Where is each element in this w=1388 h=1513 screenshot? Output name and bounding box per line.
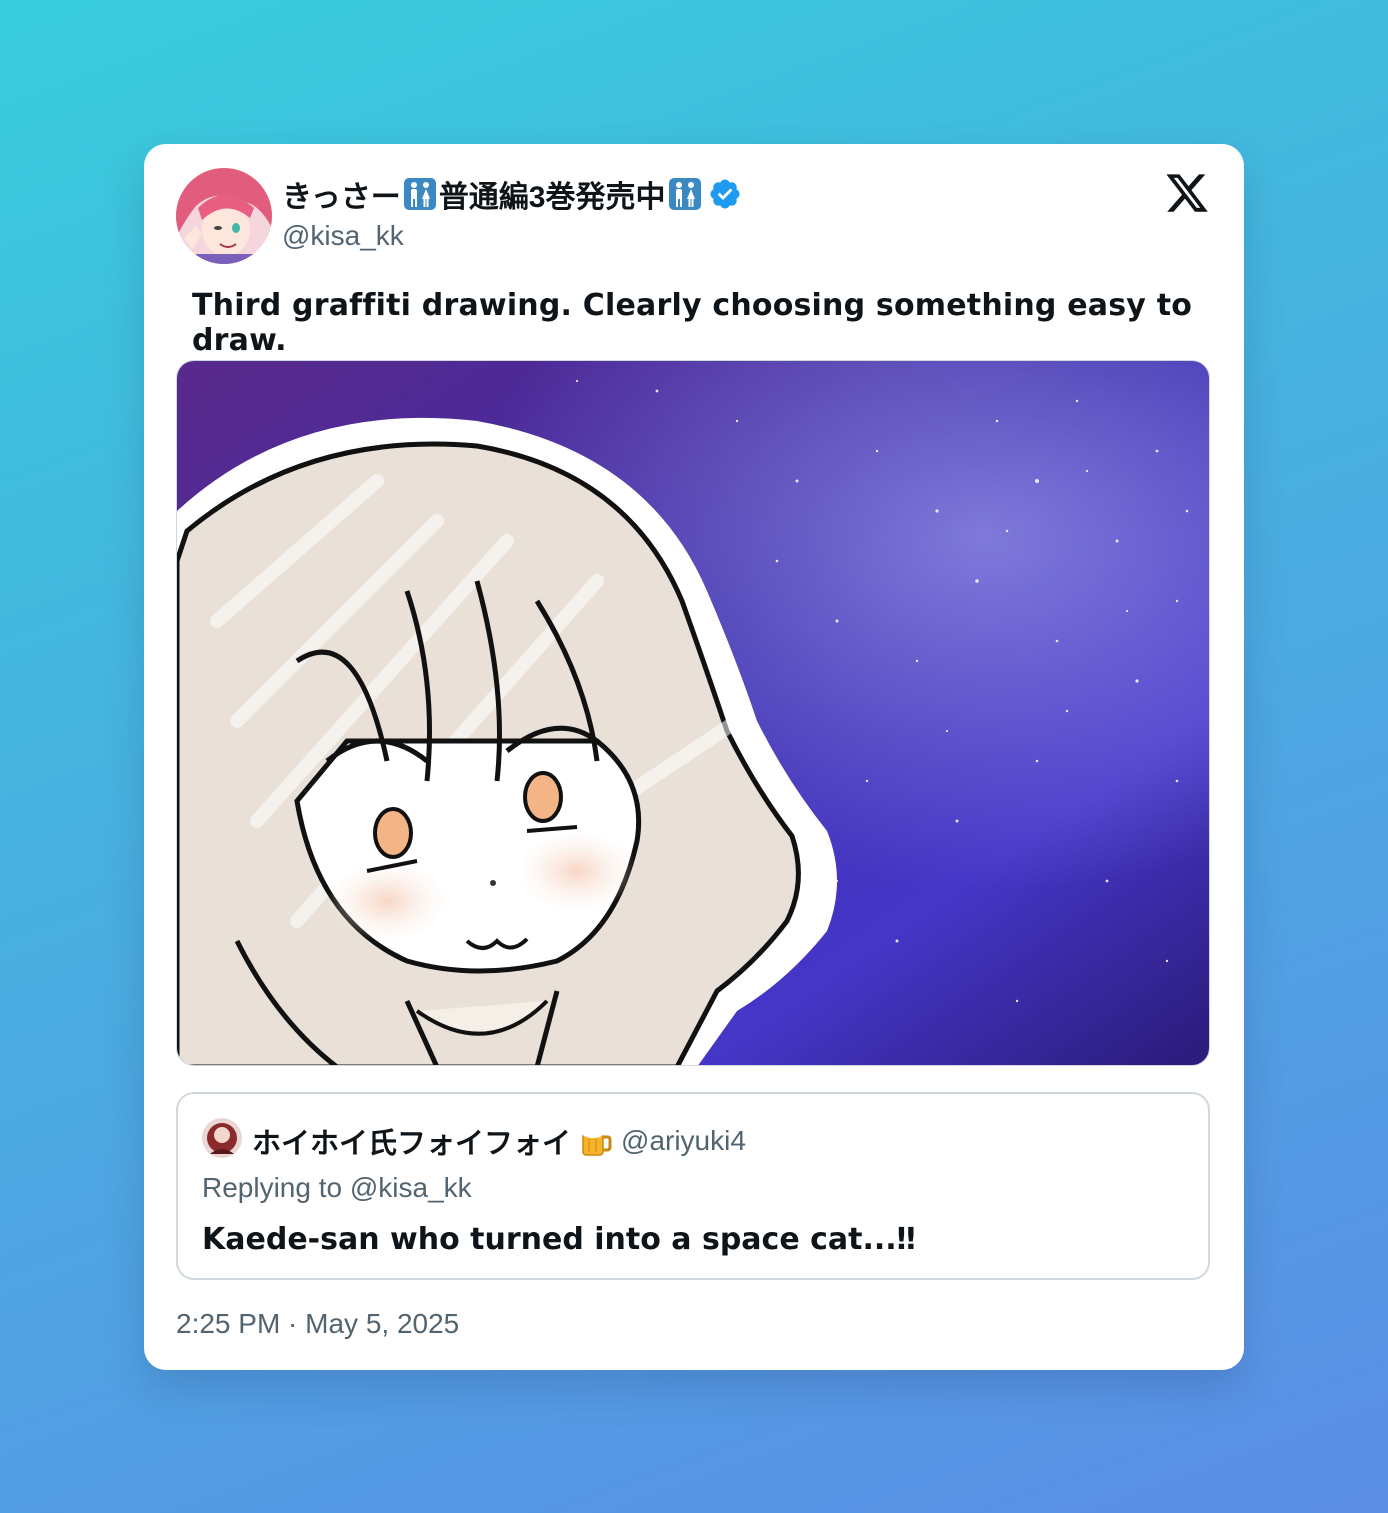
quoted-tweet-text: Kaede-san who turned into a space cat...…: [202, 1222, 916, 1257]
quoted-avatar[interactable]: [202, 1118, 242, 1158]
display-name-part-1: きっさー: [282, 181, 401, 214]
tweet-text: Third graffiti drawing. Clearly choosing…: [192, 288, 1193, 358]
tweet-card: きっさー 普通編3巻発売中 @kisa_kk Third graffiti dr…: [144, 144, 1244, 1370]
beer-mug-icon: [579, 1124, 613, 1158]
reply-context[interactable]: Replying to @kisa_kk: [202, 1172, 472, 1204]
tweet-timestamp[interactable]: 2:25 PM · May 5, 2025: [176, 1308, 459, 1340]
avatar[interactable]: [176, 168, 272, 264]
quoted-tweet[interactable]: ホイホイ氏フォイフォイ @ariyuki4 Replying to @kisa_…: [176, 1092, 1210, 1280]
restroom-emoji-icon: [403, 177, 437, 211]
quoted-handle[interactable]: @ariyuki4: [621, 1125, 746, 1157]
x-logo-icon[interactable]: [1164, 170, 1210, 216]
display-name[interactable]: きっさー 普通編3巻発売中: [282, 174, 742, 214]
verified-badge-icon: [708, 177, 742, 211]
user-handle[interactable]: @kisa_kk: [282, 220, 404, 252]
display-name-part-2: 普通編3巻発売中: [438, 181, 666, 214]
quoted-display-name[interactable]: ホイホイ氏フォイフォイ @ariyuki4: [252, 1120, 746, 1162]
restroom-emoji-icon: [668, 177, 702, 211]
tweet-media-image[interactable]: [176, 360, 1210, 1066]
quoted-name-text: ホイホイ氏フォイフォイ: [252, 1128, 572, 1160]
